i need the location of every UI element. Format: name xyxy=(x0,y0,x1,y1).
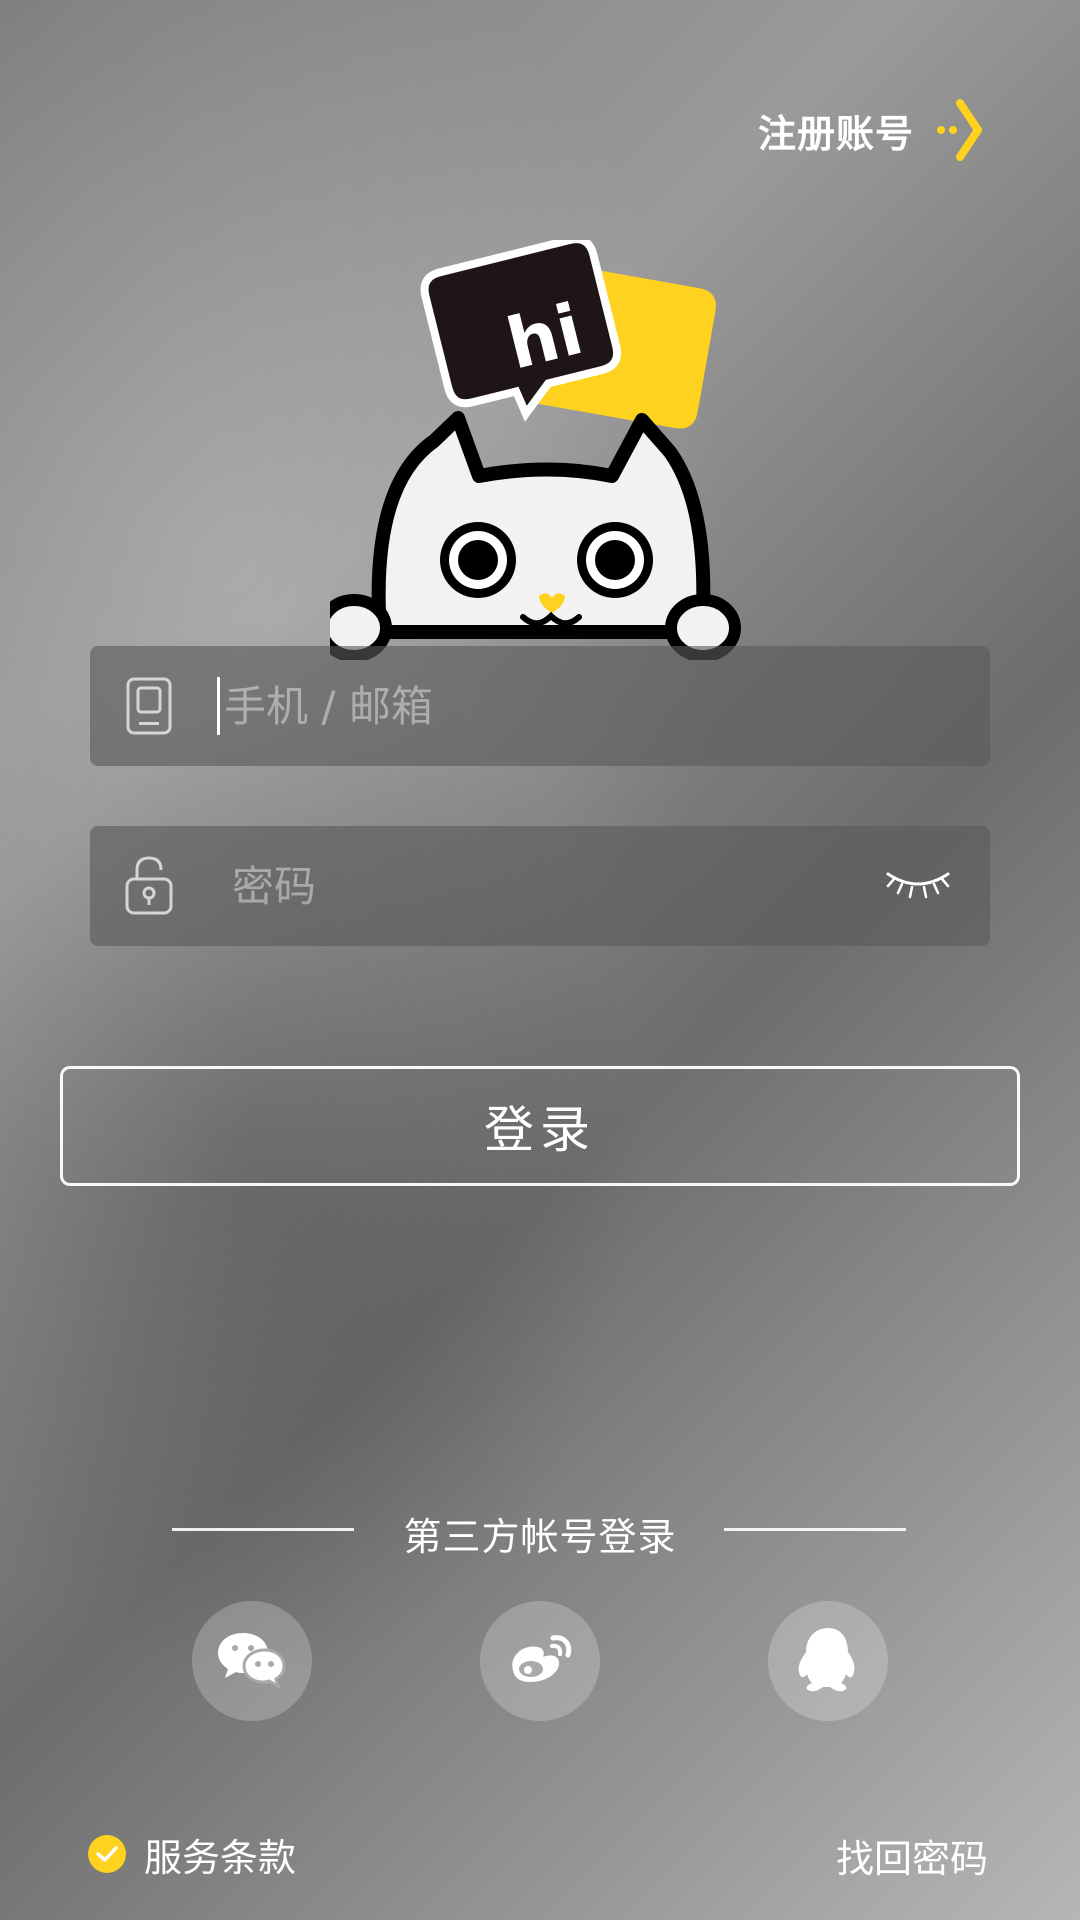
wechat-login-button[interactable] xyxy=(192,1601,312,1721)
forgot-password-link[interactable]: 找回密码 xyxy=(836,1828,988,1883)
register-account-link[interactable]: 注册账号 xyxy=(758,98,984,162)
terms-label: 服务条款 xyxy=(144,1835,297,1880)
register-label: 注册账号 xyxy=(758,111,915,156)
checkmark-icon[interactable] xyxy=(88,1835,126,1873)
third-party-login-title: 第三方帐号登录 xyxy=(170,1498,910,1559)
password-input[interactable] xyxy=(230,856,834,916)
weibo-login-button[interactable] xyxy=(480,1601,600,1721)
closed-eye-icon[interactable] xyxy=(882,866,954,908)
text-cursor xyxy=(217,677,220,735)
wechat-icon xyxy=(216,1628,288,1694)
lock-icon xyxy=(120,856,178,915)
login-button-label: 登录 xyxy=(484,1101,596,1159)
qq-icon xyxy=(796,1624,860,1698)
weibo-icon xyxy=(505,1628,575,1694)
password-field[interactable] xyxy=(90,826,990,946)
login-button[interactable]: 登录 xyxy=(60,1066,1020,1186)
terms-of-service[interactable]: 服务条款 xyxy=(88,1826,296,1882)
arrow-right-icon xyxy=(936,99,984,161)
third-party-title-text: 第三方帐号登录 xyxy=(403,1515,677,1559)
phone-icon xyxy=(120,677,178,735)
cat-mascot-logo: hi xyxy=(316,235,750,662)
account-field[interactable] xyxy=(90,646,990,766)
divider-right xyxy=(724,1528,906,1531)
cat-face xyxy=(316,411,741,662)
account-input[interactable] xyxy=(222,676,826,736)
qq-login-button[interactable] xyxy=(768,1601,888,1721)
hi-chat-badge-icon: hi xyxy=(420,235,716,429)
